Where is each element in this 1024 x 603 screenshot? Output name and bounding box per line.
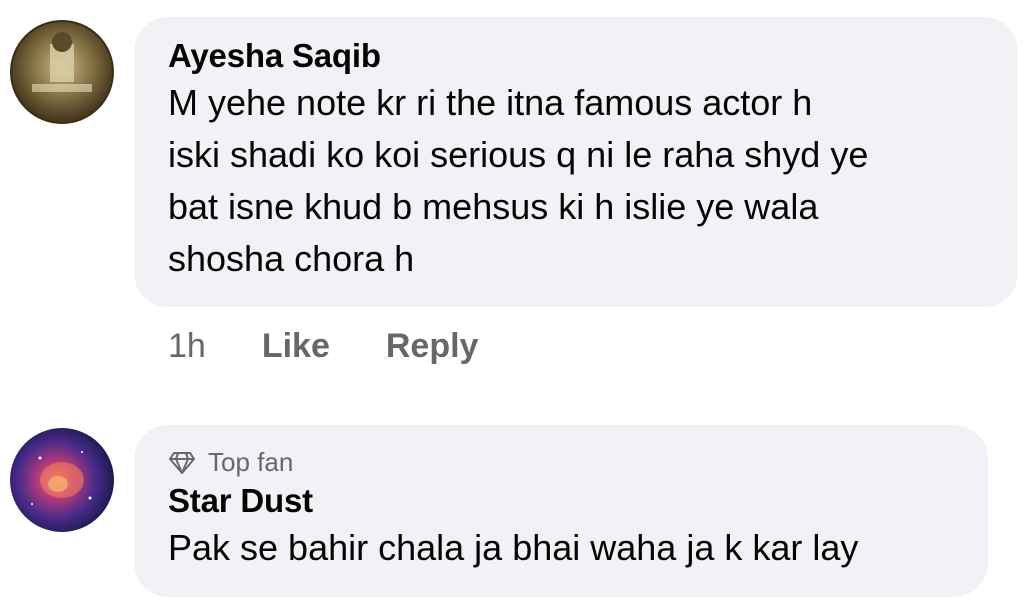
comment-actions: 1h Like Reply — [168, 327, 534, 366]
avatar[interactable] — [10, 20, 114, 124]
comment-author[interactable]: Ayesha Saqib — [168, 37, 1018, 75]
comment-text-line: bat isne khud b mehsus ki h islie ye wal… — [168, 186, 819, 227]
like-button[interactable]: Like — [262, 327, 330, 366]
comment-author[interactable]: Star Dust — [168, 482, 988, 520]
comment-timestamp[interactable]: 1h — [168, 327, 206, 366]
comment-text-line: iski shadi ko koi serious q ni le raha s… — [168, 134, 869, 175]
badge-label: Top fan — [208, 447, 294, 477]
diamond-icon — [169, 451, 195, 474]
comment-bubble: Ayesha Saqib M yehe note kr ri the itna … — [134, 17, 1018, 307]
comment-2: Top fan Star Dust Pak se bahir chala ja … — [0, 420, 1024, 603]
top-fan-badge: Top fan — [168, 447, 988, 478]
comment-1: Ayesha Saqib M yehe note kr ri the itna … — [0, 0, 1024, 400]
avatar[interactable] — [10, 428, 114, 532]
comment-text-line: Pak se bahir chala ja bhai waha ja k kar… — [168, 527, 859, 568]
comment-bubble: Top fan Star Dust Pak se bahir chala ja … — [134, 425, 988, 597]
comment-text-line: shosha chora h — [168, 238, 415, 279]
reply-button[interactable]: Reply — [386, 327, 479, 366]
comment-text-line: M yehe note kr ri the itna famous actor … — [168, 82, 813, 123]
